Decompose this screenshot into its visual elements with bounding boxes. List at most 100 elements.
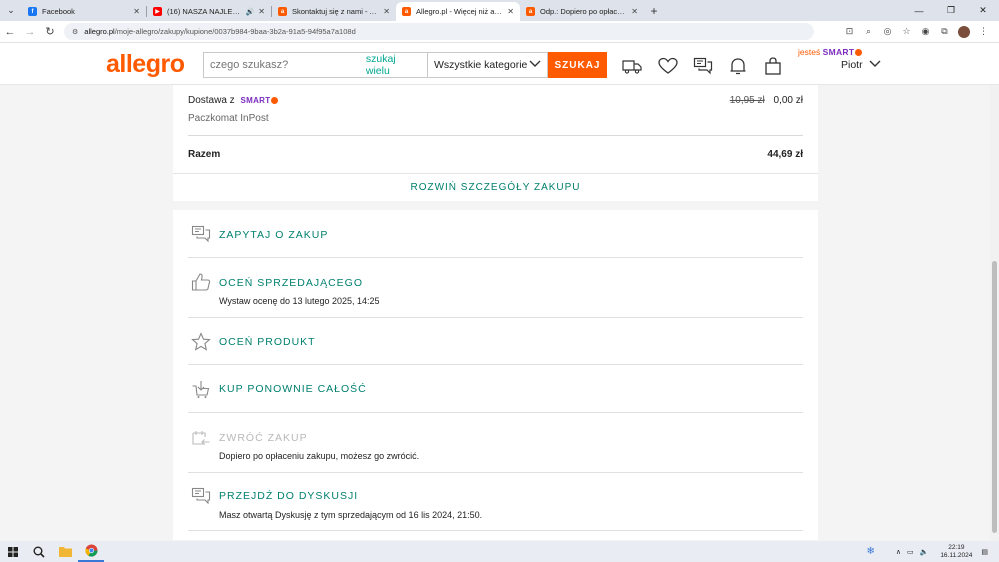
return-icon <box>191 427 211 447</box>
chevron-down-icon <box>529 60 541 71</box>
browser-tab[interactable]: a Odp.: Dopiero po opłaceniu zak ✕ <box>520 2 644 21</box>
tab-label: (16) NASZA NAJLEPSZA GI <box>167 7 244 16</box>
browser-tab[interactable]: a Allegro.pl - Więcej niż aukcje. N ✕ <box>396 2 520 21</box>
action-subtitle: Dopiero po opłaceniu zakupu, możesz go z… <box>219 451 420 461</box>
action-ask-about-purchase[interactable]: ZAPYTAJ O ZAKUP <box>188 210 803 258</box>
reload-button[interactable]: ↻ <box>40 25 60 38</box>
action-title: ZWRÓĆ ZAKUP <box>219 432 308 444</box>
chrome-menu-icon[interactable]: ⋮ <box>974 26 993 37</box>
notifications-bell-icon[interactable] <box>728 56 748 76</box>
delivery-old-price: 10,95 zł <box>729 95 765 106</box>
browser-toolbar: ← → ↻ ⚙ allegro.pl /moje-allegro/zakupy/… <box>0 21 999 43</box>
page-scrollbar[interactable] <box>990 85 999 541</box>
network-icon[interactable]: ▭ <box>907 548 914 556</box>
new-tab-button[interactable]: + <box>644 0 664 21</box>
address-bar[interactable]: ⚙ allegro.pl /moje-allegro/zakupy/kupion… <box>64 23 814 40</box>
browser-tab[interactable]: a Skontaktuj się z nami - Allegro ✕ <box>272 2 396 21</box>
browser-tab-strip: ⌄ fFacebook✕▶(16) NASZA NAJLEPSZA GI🔊✕aS… <box>0 0 999 21</box>
tab-close-icon[interactable]: ✕ <box>383 7 390 16</box>
tab-favicon-icon: a <box>526 7 535 16</box>
delivery-label: Dostawa z <box>188 95 235 106</box>
search-button[interactable]: SZUKAJ <box>548 52 607 78</box>
site-info-icon[interactable]: ⚙ <box>72 28 78 36</box>
browser-tab[interactable]: f Facebook ✕ <box>22 2 146 21</box>
bookmark-star-icon[interactable]: ☆ <box>897 26 916 37</box>
tab-favicon-icon: ▶ <box>153 7 162 16</box>
category-select-label: Wszystkie kategorie <box>434 59 528 71</box>
messages-icon[interactable] <box>693 56 713 76</box>
google-account-icon[interactable]: ◉ <box>916 26 935 37</box>
weather-snowflake-icon[interactable]: ❄ <box>866 546 874 557</box>
window-close-button[interactable]: ✕ <box>967 0 999 21</box>
chrome-taskbar-icon[interactable] <box>78 541 104 562</box>
notifications-icon[interactable]: ▤ <box>981 548 988 556</box>
delivery-truck-icon[interactable] <box>622 56 642 76</box>
action-title: ZAPYTAJ O ZAKUP <box>219 229 329 241</box>
heart-icon[interactable] <box>658 56 678 76</box>
scrollbar-thumb[interactable] <box>992 261 997 533</box>
action-buy-again[interactable]: KUP PONOWNIE CAŁOŚĆ <box>188 365 803 413</box>
tracking-protection-icon[interactable]: ◎ <box>878 26 897 37</box>
action-go-to-discussion[interactable]: PRZEJDŹ DO DYSKUSJI Masz otwartą Dyskusj… <box>188 473 803 531</box>
url-host: allegro.pl <box>84 27 115 36</box>
volume-icon[interactable]: 🔈 <box>920 548 929 556</box>
delivery-smart-text: SMART <box>240 96 271 105</box>
search-multi-link[interactable]: szukaj wielu <box>366 53 421 77</box>
discussion-icon <box>191 486 211 506</box>
tab-label: Facebook <box>42 7 75 16</box>
total-value: 44,69 zł <box>767 149 803 160</box>
install-app-icon[interactable]: ⊡ <box>840 26 859 37</box>
tab-favicon-icon: f <box>28 7 37 16</box>
delivery-smart-badge: SMART <box>240 96 279 105</box>
taskbar-search-icon[interactable] <box>26 541 52 562</box>
clock-time: 22:19 <box>948 543 965 551</box>
expand-details-button[interactable]: ROZWIŃ SZCZEGÓŁY ZAKUPU <box>173 182 818 193</box>
minimize-button[interactable]: — <box>903 0 935 21</box>
tab-close-icon[interactable]: ✕ <box>507 7 514 16</box>
delivery-new-price: 0,00 zł <box>773 95 803 106</box>
delivery-row: Dostawa z SMART 10,95 zł 0,00 zł <box>188 95 803 106</box>
action-title: OCEŃ SPRZEDAJĄCEGO <box>219 277 364 289</box>
smart-brand: SMART <box>822 47 855 57</box>
tab-label: Skontaktuj się z nami - Allegro <box>292 7 379 16</box>
tray-overflow-icon[interactable]: ∧ <box>896 548 901 556</box>
back-button[interactable]: ← <box>0 26 20 38</box>
smart-prefix: jesteś <box>798 47 821 57</box>
extensions-icon[interactable]: ⧉ <box>935 26 954 37</box>
cart-bag-icon[interactable] <box>763 56 783 76</box>
tab-audio-icon[interactable]: 🔊 <box>246 8 255 16</box>
taskbar-clock[interactable]: 22:19 16.11.2024 <box>937 544 975 560</box>
chat-icon <box>191 224 211 244</box>
tab-close-icon[interactable]: ✕ <box>258 7 265 16</box>
tab-favicon-icon: a <box>402 7 411 16</box>
forward-button[interactable]: → <box>20 26 40 38</box>
action-rate-product[interactable]: OCEŃ PRODUKT <box>188 318 803 365</box>
allegro-logo[interactable]: allegro <box>106 50 185 79</box>
action-return-purchase: ZWRÓĆ ZAKUP Dopiero po opłaceniu zakupu,… <box>188 413 803 473</box>
browser-tab[interactable]: ▶ (16) NASZA NAJLEPSZA GI🔊✕ <box>147 2 271 21</box>
user-menu-chevron-icon[interactable] <box>869 57 881 71</box>
buy-again-icon <box>191 379 211 399</box>
action-rate-seller[interactable]: OCEŃ SPRZEDAJĄCEGO Wystaw ocenę do 13 lu… <box>188 258 803 318</box>
profile-avatar[interactable] <box>958 25 970 38</box>
search-input[interactable] <box>210 59 366 71</box>
action-title: PRZEJDŹ DO DYSKUSJI <box>219 490 359 502</box>
tab-search-menu[interactable]: ⌄ <box>0 0 22 21</box>
thumbs-up-icon <box>191 272 211 292</box>
action-subtitle: Wystaw ocenę do 13 lutego 2025, 14:25 <box>219 296 380 306</box>
windows-start-icon[interactable] <box>0 541 26 562</box>
action-subtitle: Masz otwartą Dyskusję z tym sprzedającym… <box>219 510 483 520</box>
tab-favicon-icon: a <box>278 7 287 16</box>
zoom-icon[interactable]: ⌕ <box>859 26 878 37</box>
tab-close-icon[interactable]: ✕ <box>631 7 638 16</box>
file-explorer-icon[interactable] <box>52 541 78 562</box>
restore-button[interactable]: ❐ <box>935 0 967 21</box>
smart-status[interactable]: jesteś SMART <box>798 47 863 57</box>
user-name[interactable]: Piotr <box>841 59 863 71</box>
total-label: Razem <box>188 149 221 160</box>
category-select[interactable]: Wszystkie kategorie <box>428 52 548 78</box>
action-title: KUP PONOWNIE CAŁOŚĆ <box>219 383 367 395</box>
site-header: allegro szukaj wielu Wszystkie kategorie… <box>0 43 999 85</box>
tab-close-icon[interactable]: ✕ <box>133 7 140 16</box>
tab-label: Odp.: Dopiero po opłaceniu zak <box>540 7 627 16</box>
